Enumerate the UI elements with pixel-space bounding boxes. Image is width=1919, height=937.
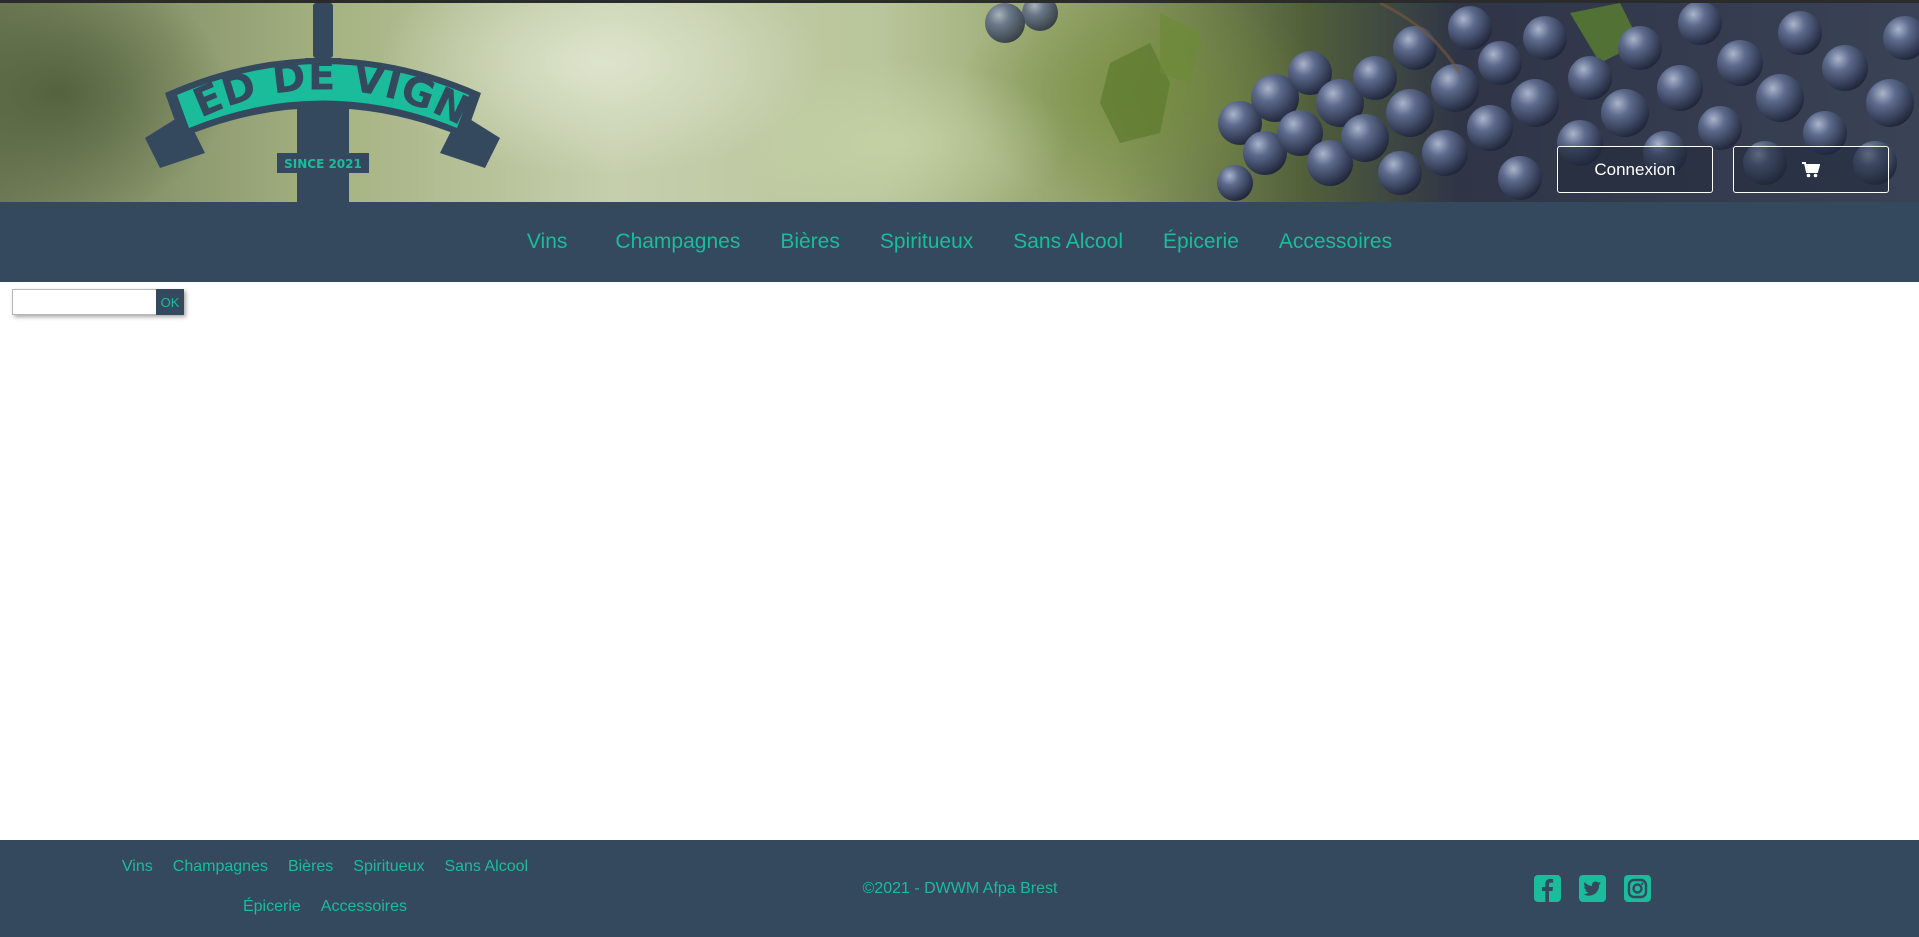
- nav-item-sans-alcool[interactable]: Sans Alcool: [1013, 230, 1123, 254]
- footer-nav: Vins Champagnes Bières Spiritueux Sans A…: [100, 858, 550, 937]
- login-button[interactable]: Connexion: [1557, 146, 1713, 193]
- main-nav: Vins Champagnes Bières Spiritueux Sans A…: [0, 202, 1919, 282]
- pied-de-vigne-logo[interactable]: PIED DE VIGNE SINCE 2021: [145, 3, 505, 202]
- footer-link-epicerie[interactable]: Épicerie: [243, 898, 301, 916]
- nav-item-vins[interactable]: Vins: [527, 230, 567, 254]
- footer-link-spiritueux[interactable]: Spiritueux: [353, 858, 424, 876]
- social-links: [1534, 875, 1651, 902]
- instagram-icon[interactable]: [1624, 875, 1651, 902]
- nav-item-bieres[interactable]: Bières: [780, 230, 840, 254]
- copyright-text: ©2021 - DWWM Afpa Brest: [862, 880, 1058, 897]
- search-submit-button[interactable]: OK: [156, 289, 184, 315]
- login-button-label: Connexion: [1594, 159, 1676, 179]
- nav-item-epicerie[interactable]: Épicerie: [1163, 230, 1239, 254]
- footer-link-sans-alcool[interactable]: Sans Alcool: [444, 858, 528, 876]
- facebook-icon[interactable]: [1534, 875, 1561, 902]
- cart-button[interactable]: [1733, 146, 1889, 193]
- nav-item-spiritueux[interactable]: Spiritueux: [880, 230, 973, 254]
- site-header: PIED DE VIGNE SINCE 2021 Connexion: [0, 0, 1919, 202]
- search-form: OK: [12, 289, 184, 315]
- logo-since: SINCE 2021: [284, 157, 362, 171]
- footer-link-accessoires[interactable]: Accessoires: [321, 898, 407, 916]
- shopping-cart-icon: [1802, 161, 1820, 177]
- footer-link-bieres[interactable]: Bières: [288, 858, 333, 876]
- nav-item-accessoires[interactable]: Accessoires: [1279, 230, 1392, 254]
- nav-item-champagnes[interactable]: Champagnes: [615, 230, 740, 254]
- footer-link-vins[interactable]: Vins: [122, 858, 153, 876]
- search-input[interactable]: [12, 289, 156, 315]
- twitter-icon[interactable]: [1579, 875, 1606, 902]
- footer-link-champagnes[interactable]: Champagnes: [173, 858, 268, 876]
